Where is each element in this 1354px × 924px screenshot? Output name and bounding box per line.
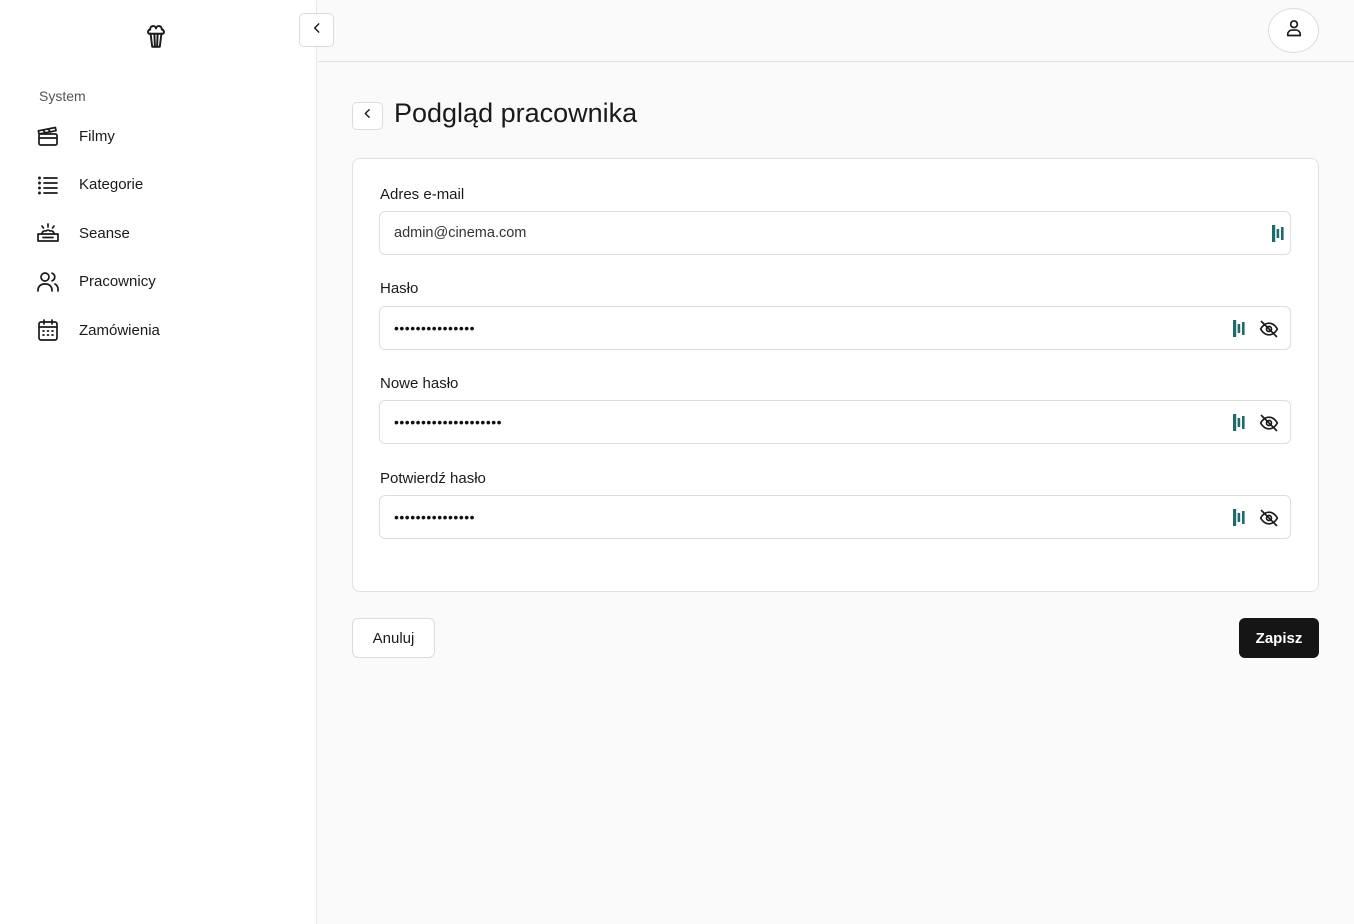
sidebar-section-label: System	[39, 88, 86, 104]
sidebar-item-label: Zamówienia	[79, 321, 160, 339]
eye-off-icon[interactable]	[1259, 319, 1279, 339]
new-password-field[interactable]	[394, 401, 1214, 443]
email-label: Adres e-mail	[380, 186, 465, 203]
eye-off-icon[interactable]	[1259, 413, 1279, 433]
new-password-field-wrapper	[379, 400, 1291, 444]
password-manager-icon[interactable]	[1233, 414, 1247, 431]
list-icon	[35, 172, 61, 198]
password-field-wrapper	[379, 306, 1291, 350]
confirm-password-field-wrapper	[379, 495, 1291, 539]
sidebar-item-seanse[interactable]: Seanse	[0, 209, 317, 258]
sidebar-item-pracownicy[interactable]: Pracownicy	[0, 258, 317, 307]
chevron-left-icon	[361, 107, 374, 125]
sidebar-item-zamowienia[interactable]: Zamówienia	[0, 306, 317, 355]
email-field-wrapper	[379, 211, 1291, 255]
clapperboard-icon	[35, 123, 61, 149]
password-manager-icon[interactable]	[1233, 320, 1247, 337]
popcorn-ticket-icon	[35, 220, 61, 246]
sidebar-item-kategorie[interactable]: Kategorie	[0, 161, 317, 210]
save-button[interactable]: Zapisz	[1239, 618, 1319, 658]
user-menu-button[interactable]	[1268, 8, 1319, 53]
sidebar-item-label: Pracownicy	[79, 273, 156, 291]
sidebar: System Filmy Kategorie Seanse Pracownicy…	[0, 0, 317, 924]
sidebar-nav: Filmy Kategorie Seanse Pracownicy Zamówi…	[0, 112, 317, 355]
email-field[interactable]	[394, 212, 1214, 254]
sidebar-item-filmy[interactable]: Filmy	[0, 112, 317, 161]
password-manager-icon[interactable]	[1272, 225, 1286, 242]
employee-form-card: Adres e-mail Hasło Nowe hasło	[352, 158, 1319, 592]
users-icon	[35, 269, 61, 295]
sidebar-item-label: Kategorie	[79, 176, 144, 194]
password-manager-icon[interactable]	[1233, 509, 1247, 526]
new-password-label: Nowe hasło	[380, 375, 459, 392]
user-icon	[1284, 18, 1304, 43]
collapse-sidebar-button[interactable]	[299, 13, 334, 47]
confirm-password-field[interactable]	[394, 496, 1214, 538]
back-button[interactable]	[352, 102, 383, 130]
password-label: Hasło	[380, 280, 419, 297]
eye-off-icon[interactable]	[1259, 508, 1279, 528]
calendar-icon	[35, 317, 61, 343]
top-bar	[318, 0, 1354, 62]
sidebar-item-label: Filmy	[79, 127, 115, 145]
chevron-left-icon	[310, 21, 324, 40]
password-field[interactable]	[394, 307, 1214, 349]
page-title: Podgląd pracownika	[394, 98, 638, 128]
sidebar-item-label: Seanse	[79, 224, 130, 242]
popcorn-icon[interactable]	[143, 24, 169, 50]
cancel-button[interactable]: Anuluj	[352, 618, 435, 658]
confirm-password-label: Potwierdź hasło	[380, 470, 486, 487]
